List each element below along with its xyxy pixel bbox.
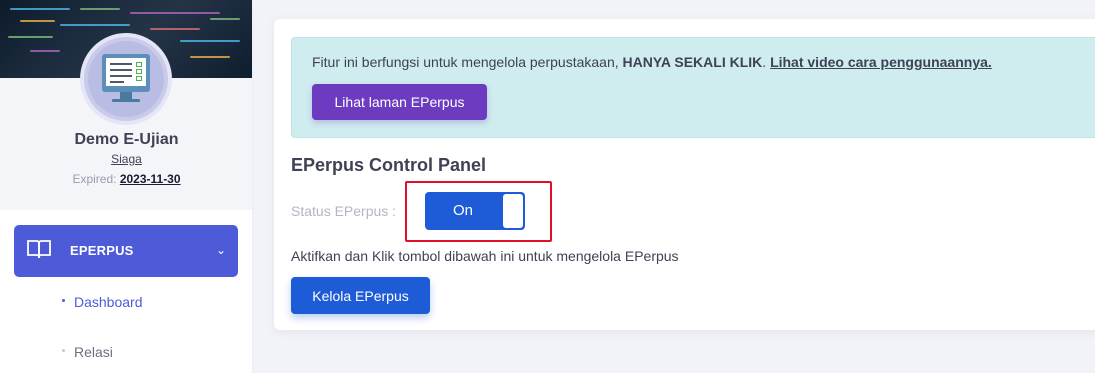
bullet-dot [62, 348, 65, 352]
alert-text-strong: HANYA SEKALI KLIK [622, 54, 763, 70]
profile-tier-link[interactable]: Siaga [0, 152, 252, 166]
profile-name: Demo E-Ujian [74, 131, 179, 148]
manage-eperpus-button[interactable]: Kelola EPerpus [291, 277, 430, 314]
sidebar-item-label: Dashboard [74, 294, 143, 310]
expiry-date: 2023-11-30 [119, 172, 181, 186]
instruction-text: Aktifkan dan Klik tombol dibawah ini unt… [291, 248, 679, 264]
profile-expiry: Expired: 2023-11-30 [0, 172, 252, 186]
alert-text-after: . [762, 54, 771, 70]
alert-text: Fitur ini berfungsi untuk mengelola perp… [312, 54, 992, 70]
highlight-box [405, 181, 552, 242]
sidebar-item-dashboard[interactable]: Dashboard [62, 294, 143, 310]
sidebar-item-relasi[interactable]: Relasi [62, 344, 113, 360]
chevron-down-icon[interactable]: ⌄ [216, 243, 226, 257]
book-icon [27, 240, 51, 259]
expiry-label: Expired: [72, 172, 117, 186]
panel-title: EPerpus Control Panel [291, 155, 487, 175]
sidebar-item-label: Relasi [74, 344, 113, 360]
avatar [80, 33, 172, 125]
online-test-monitor-icon [88, 41, 164, 117]
bullet-dot [62, 298, 65, 302]
alert-text-before: Fitur ini berfungsi untuk mengelola perp… [312, 54, 623, 70]
video-guide-link[interactable]: Lihat video cara penggunaannya. [770, 54, 992, 70]
status-label: Status EPerpus : [291, 203, 397, 219]
profile-card: Demo E-Ujian Siaga Expired: 2023-11-30 [0, 0, 252, 210]
menu-item-eperpus[interactable]: EPERPUS ⌄ [14, 225, 238, 277]
view-eperpus-button[interactable]: Lihat laman EPerpus [312, 84, 487, 120]
sidebar: Demo E-Ujian Siaga Expired: 2023-11-30 E… [0, 0, 253, 373]
menu-item-label: EPERPUS [70, 243, 134, 258]
